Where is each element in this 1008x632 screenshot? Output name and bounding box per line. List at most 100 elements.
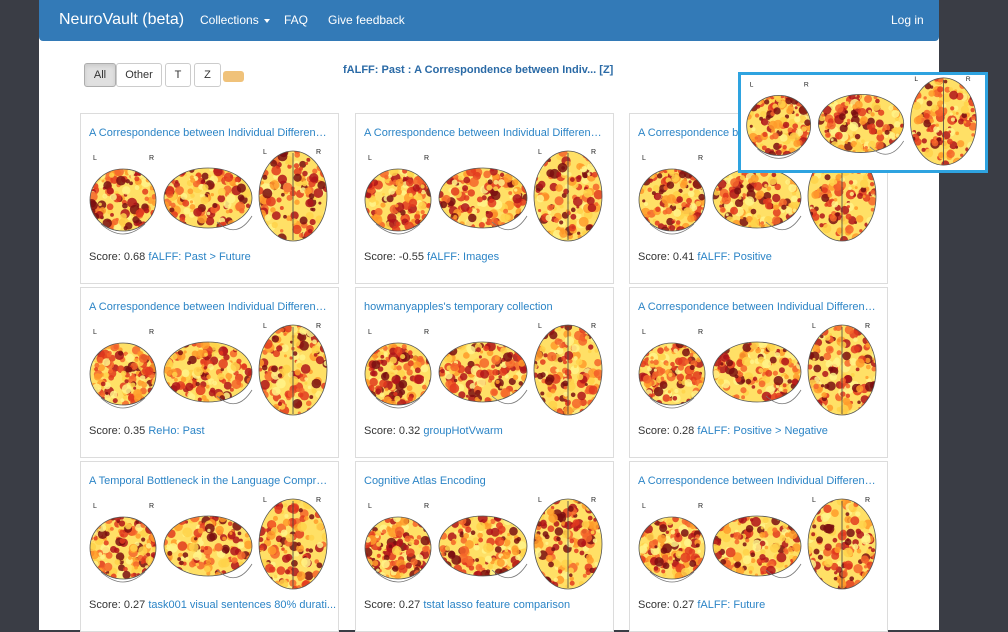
coronal-view — [362, 513, 433, 582]
collection-title-link[interactable]: A Correspondence between Individual Diff… — [638, 301, 880, 313]
hemisphere-label: R — [424, 329, 429, 336]
coronal-view — [362, 340, 435, 410]
score-line: Score: 0.27 tstat lasso feature comparis… — [364, 599, 570, 611]
brain-thumbnail[interactable]: LRLR — [362, 496, 608, 594]
result-card: A Correspondence between Individual Diff… — [629, 461, 888, 632]
collection-title-link[interactable]: A Temporal Bottleneck in the Language Co… — [89, 475, 331, 487]
hemisphere-label: R — [804, 82, 809, 89]
hemisphere-label: L — [812, 323, 816, 330]
score-value: 0.35 — [124, 425, 145, 437]
collection-title-link[interactable]: howmanyapples's temporary collection — [364, 301, 606, 313]
hemisphere-label: L — [642, 329, 646, 336]
coronal-view — [88, 165, 158, 234]
hemisphere-label: L — [538, 323, 542, 330]
score-label: Score: — [89, 599, 121, 611]
hemisphere-label: R — [424, 503, 429, 510]
hemisphere-label: R — [316, 323, 321, 330]
hemisphere-label: L — [93, 503, 97, 510]
feedback-link[interactable]: Give feedback — [328, 13, 405, 27]
hemisphere-label: R — [698, 155, 703, 162]
result-card: A Correspondence between Individual Diff… — [80, 287, 339, 458]
sagittal-view — [160, 164, 256, 232]
hover-preview: LRLR — [738, 72, 988, 173]
score-value: 0.27 — [399, 599, 420, 611]
sagittal-view — [160, 512, 256, 579]
hemisphere-label: L — [642, 503, 646, 510]
caret-down-icon — [264, 19, 270, 23]
map-name-link[interactable]: ReHo: Past — [148, 425, 204, 437]
collections-dropdown[interactable]: Collections — [200, 13, 270, 27]
map-name-link[interactable]: tstat lasso feature comparison — [423, 599, 570, 611]
filter-t-button[interactable]: T — [165, 63, 191, 87]
preview-brain-views: LRLR — [741, 75, 985, 170]
coronal-view — [87, 514, 160, 583]
brain-thumbnail[interactable]: LRLR — [636, 496, 882, 594]
hemisphere-label: R — [698, 329, 703, 336]
score-label: Score: — [364, 425, 396, 437]
score-line: Score: 0.41 fALFF: Positive — [638, 251, 772, 263]
score-value: 0.27 — [673, 599, 694, 611]
coronal-view — [636, 515, 708, 582]
threshold-slider-handle[interactable] — [223, 71, 244, 82]
filter-z-button[interactable]: Z — [194, 63, 221, 87]
map-name-link[interactable]: fALFF: Past > Future — [148, 251, 250, 263]
brain-thumbnail[interactable]: LRLR — [87, 148, 333, 246]
score-label: Score: — [89, 251, 121, 263]
hemisphere-label: L — [538, 497, 542, 504]
score-line: Score: 0.27 task001 visual sentences 80%… — [89, 599, 336, 611]
hemisphere-label: L — [368, 155, 372, 162]
score-value: 0.28 — [673, 425, 694, 437]
result-card: A Correspondence between Individual Diff… — [80, 113, 339, 284]
coronal-view — [637, 339, 709, 409]
sagittal-view — [709, 166, 805, 232]
score-line: Score: 0.27 fALFF: Future — [638, 599, 765, 611]
score-line: Score: 0.68 fALFF: Past > Future — [89, 251, 251, 263]
score-value: 0.32 — [399, 425, 420, 437]
map-name-link[interactable]: task001 visual sentences 80% durati... — [148, 599, 336, 611]
collection-title-link[interactable]: A Correspondence between Individual Diff… — [364, 127, 606, 139]
axial-view — [805, 322, 880, 418]
brain-thumbnail[interactable]: LRLR — [636, 322, 882, 420]
collection-title-link[interactable]: Cognitive Atlas Encoding — [364, 475, 606, 487]
result-card: A Correspondence between Individual Diff… — [355, 113, 614, 284]
login-link[interactable]: Log in — [891, 13, 924, 27]
hemisphere-label: R — [424, 155, 429, 162]
hemisphere-label: L — [93, 329, 97, 336]
map-name-link[interactable]: fALFF: Positive > Negative — [697, 425, 828, 437]
brain-thumbnail[interactable]: LRLR — [362, 322, 608, 420]
score-line: Score: 0.32 groupHotVwarm — [364, 425, 503, 437]
score-line: Score: 0.35 ReHo: Past — [89, 425, 205, 437]
map-name-link[interactable]: fALFF: Positive — [697, 251, 772, 263]
brain-thumbnail[interactable]: LRLR — [362, 148, 608, 246]
hemisphere-label: L — [263, 497, 267, 504]
brain-thumbnail[interactable]: LRLR — [87, 322, 333, 420]
sagittal-view — [437, 338, 530, 406]
current-image-title[interactable]: fALFF: Past : A Correspondence between I… — [343, 64, 613, 76]
filter-other-button[interactable]: Other — [116, 63, 162, 87]
map-name-link[interactable]: fALFF: Future — [697, 599, 765, 611]
map-name-link[interactable]: fALFF: Images — [427, 251, 499, 263]
hemisphere-label: R — [698, 503, 703, 510]
faq-link[interactable]: FAQ — [284, 13, 308, 27]
sagittal-view — [815, 92, 908, 156]
hemisphere-label: R — [865, 497, 870, 504]
coronal-view — [743, 92, 814, 161]
coronal-view — [636, 165, 708, 236]
score-label: Score: — [89, 425, 121, 437]
collection-title-link[interactable]: A Correspondence between Individual Diff… — [89, 301, 331, 313]
map-name-link[interactable]: groupHotVwarm — [423, 425, 502, 437]
score-value: 0.68 — [124, 251, 145, 263]
collection-title-link[interactable]: A Correspondence between Individual Diff… — [89, 127, 331, 139]
score-value: -0.55 — [399, 251, 424, 263]
sagittal-view — [437, 512, 529, 580]
brand-link[interactable]: NeuroVault (beta) — [59, 11, 184, 29]
sagittal-view — [436, 166, 531, 231]
score-label: Score: — [364, 251, 396, 263]
collection-title-link[interactable]: A Correspondence between Individual Diff… — [638, 475, 880, 487]
hemisphere-label: R — [591, 497, 596, 504]
result-card: Cognitive Atlas EncodingLRLRScore: 0.27 … — [355, 461, 614, 632]
filter-all-button[interactable]: All — [84, 63, 116, 87]
brain-thumbnail[interactable]: LRLR — [87, 496, 333, 594]
score-value: 0.27 — [124, 599, 145, 611]
hemisphere-label: R — [865, 323, 870, 330]
